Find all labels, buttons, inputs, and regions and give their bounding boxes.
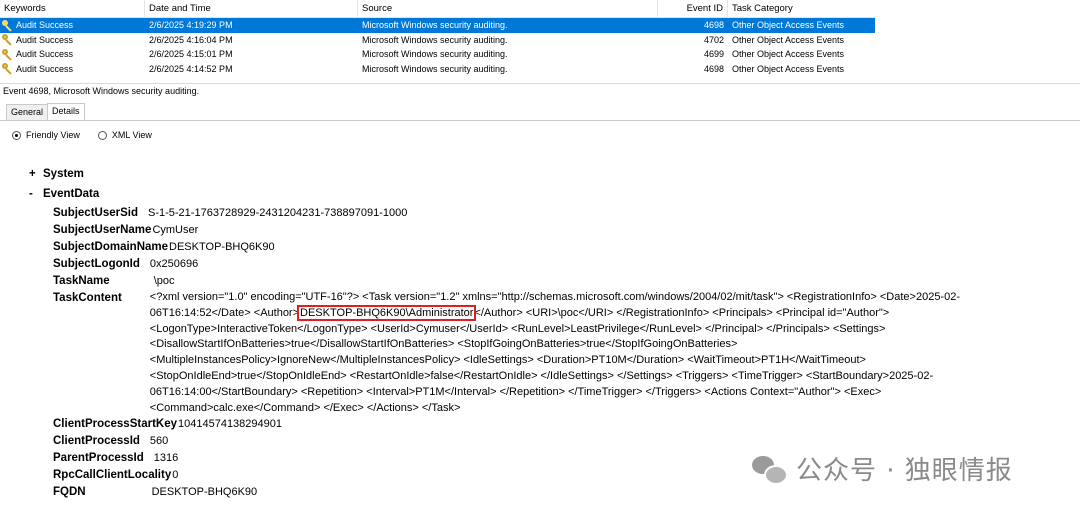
field-value: \poc [153, 275, 175, 287]
column-header-task-category[interactable]: Task Category [728, 0, 875, 17]
task-content-xml: <?xml version="1.0" encoding="UTF-16"?> … [150, 290, 1050, 416]
collapse-icon[interactable]: - [29, 185, 43, 205]
tree-node-label: EventData [43, 188, 100, 200]
tree-node-label: System [43, 168, 84, 180]
field-row-subjectlogonid: SubjectLogonId 0x250696 [53, 256, 1050, 273]
field-value: DESKTOP-BHQ6K90 [151, 486, 258, 499]
keyword-cell: Audit Success [16, 20, 74, 30]
watermark-text: 公众号 · 独眼情报 [796, 456, 1013, 486]
source-cell: Microsoft Windows security auditing. [362, 34, 508, 45]
category-cell: Other Object Access Events [732, 49, 845, 59]
field-name: SubjectUserSid [53, 207, 138, 219]
keyword-cell: Audit Success [16, 34, 74, 45]
event-row[interactable]: Audit Success 2/6/2025 4:19:29 PM Micros… [0, 18, 875, 33]
field-value: 1316 [153, 452, 179, 465]
view-mode-group: Friendly View XML View [12, 129, 170, 142]
event-row[interactable]: Audit Success 2/6/2025 4:15:01 PM Micros… [0, 47, 875, 62]
tree-node-system[interactable]: + System [29, 165, 1050, 185]
key-icon [2, 48, 13, 60]
wechat-icon [752, 454, 788, 485]
field-row-subjectusersid: SubjectUserSid S-1-5-21-1763728929-24312… [53, 205, 1050, 222]
key-icon [2, 34, 13, 45]
column-header-keywords[interactable]: Keywords [0, 0, 145, 17]
keyword-cell: Audit Success [16, 49, 74, 59]
friendly-view-label: Friendly View [26, 130, 80, 140]
detail-tabs: General Details [6, 103, 85, 121]
field-name: ClientProcessStartKey [53, 418, 177, 431]
event-row[interactable]: Audit Success 2/6/2025 4:14:52 PM Micros… [0, 62, 875, 77]
field-value: 0x250696 [149, 258, 199, 270]
field-row-taskcontent: TaskContent <?xml version="1.0" encoding… [53, 290, 1050, 416]
field-row-subjectusername: SubjectUserName CymUser [53, 222, 1050, 239]
field-value: CymUser [152, 224, 199, 236]
field-name: SubjectLogonId [53, 258, 140, 270]
field-name: ParentProcessId [53, 452, 144, 465]
datetime-cell: 2/6/2025 4:14:52 PM [149, 63, 233, 74]
event-id-cell: 4698 [703, 63, 724, 74]
source-cell: Microsoft Windows security auditing. [362, 20, 508, 30]
source-cell: Microsoft Windows security auditing. [362, 63, 508, 74]
xml-view-label: XML View [111, 130, 152, 140]
event-id-cell: 4698 [703, 20, 724, 30]
event-id-cell: 4702 [703, 34, 724, 45]
datetime-cell: 2/6/2025 4:19:29 PM [149, 20, 233, 30]
datetime-cell: 2/6/2025 4:15:01 PM [149, 49, 233, 59]
radio-selected-icon[interactable] [12, 131, 21, 140]
field-name: ClientProcessId [53, 435, 140, 448]
tree-node-eventdata[interactable]: - EventData [29, 185, 1050, 205]
field-row-taskname: TaskName \poc [53, 273, 1050, 290]
tab-general[interactable]: General [6, 104, 49, 120]
expand-icon[interactable]: + [29, 165, 43, 185]
column-header-date-time[interactable]: Date and Time [145, 0, 358, 17]
field-name: TaskName [53, 275, 110, 287]
field-row-subjectdomainname: SubjectDomainName DESKTOP-BHQ6K90 [53, 239, 1050, 256]
column-header-event-id[interactable]: Event ID [658, 0, 728, 17]
column-header-source[interactable]: Source [358, 0, 658, 17]
field-row-clientprocessid: ClientProcessId 560 [53, 433, 1050, 450]
event-list-header: Keywords Date and Time Source Event ID T… [0, 0, 875, 18]
field-name: SubjectDomainName [53, 241, 169, 253]
category-cell: Other Object Access Events [732, 20, 845, 30]
field-row-clientprocessstartkey: ClientProcessStartKey 10414574138294901 [53, 416, 1050, 433]
event-list: Keywords Date and Time Source Event ID T… [0, 0, 875, 77]
watermark: 公众号 · 独眼情报 [752, 450, 1013, 487]
pane-divider[interactable] [0, 83, 1080, 84]
event-row[interactable]: Audit Success 2/6/2025 4:16:04 PM Micros… [0, 33, 875, 48]
category-cell: Other Object Access Events [732, 34, 845, 45]
field-value: DESKTOP-BHQ6K90 [169, 241, 275, 253]
field-value: S-1-5-21-1763728929-2431204231-738897091… [148, 207, 408, 219]
detail-title: Event 4698, Microsoft Windows security a… [3, 86, 200, 96]
tab-divider [0, 120, 1080, 121]
task-xml-part: </Author> <URI>\poc</URI> </Registration… [149, 306, 934, 414]
source-cell: Microsoft Windows security auditing. [362, 49, 508, 59]
field-value: 10414574138294901 [178, 418, 283, 431]
friendly-view-radio[interactable]: Friendly View [12, 129, 80, 142]
field-name: RpcCallClientLocality [53, 469, 172, 482]
key-icon [2, 63, 13, 74]
highlighted-author: DESKTOP-BHQ6K90\Administrator [297, 304, 477, 321]
category-cell: Other Object Access Events [732, 63, 845, 74]
datetime-cell: 2/6/2025 4:16:04 PM [149, 34, 233, 45]
xml-view-radio[interactable]: XML View [97, 129, 152, 142]
field-name: SubjectUserName [53, 224, 152, 236]
keyword-cell: Audit Success [16, 63, 74, 74]
key-icon [2, 19, 13, 31]
field-name: FQDN [53, 486, 86, 499]
radio-unselected-icon[interactable] [97, 131, 107, 140]
field-value: 560 [149, 435, 169, 448]
field-name: TaskContent [53, 292, 122, 304]
field-value: 0 [172, 469, 179, 482]
event-id-cell: 4699 [703, 49, 724, 59]
tab-details[interactable]: Details [47, 103, 85, 121]
